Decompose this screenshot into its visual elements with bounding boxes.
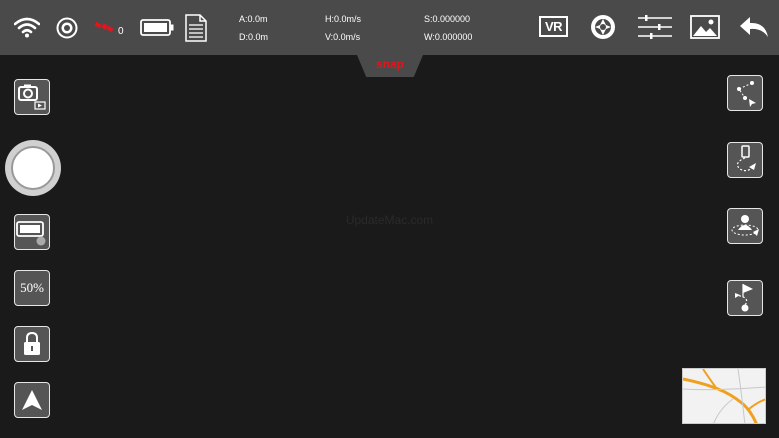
zoom-button[interactable]: 50% [14, 270, 50, 306]
aperture-icon[interactable] [590, 14, 616, 45]
satellite-count: 0 [118, 26, 124, 37]
w-readout: W:0.000000 [424, 32, 473, 42]
point-of-interest-button[interactable] [727, 280, 763, 316]
orbit-icon [731, 215, 759, 236]
lock-icon [24, 332, 40, 355]
watermark: UpdateMac.com [345, 213, 434, 227]
minimap[interactable] [682, 368, 766, 424]
vertical-speed-readout: V:0.0m/s [325, 32, 361, 42]
orbit-button[interactable] [727, 208, 763, 244]
zoom-label: 50% [20, 280, 44, 295]
snap-label: snap [375, 57, 404, 71]
lock-button[interactable] [14, 326, 50, 362]
screen-mode-button[interactable] [14, 214, 50, 250]
camera-video-icon [18, 84, 46, 110]
gallery-icon[interactable] [690, 15, 720, 44]
follow-me-button[interactable] [727, 142, 763, 178]
distance-readout: D:0.0m [239, 32, 269, 42]
navigate-button[interactable] [14, 382, 50, 418]
phone-landscape-icon [16, 221, 46, 246]
settings-sliders-icon[interactable] [638, 14, 672, 45]
satellite-icon [93, 17, 117, 42]
s-readout: S:0.000000 [424, 14, 471, 24]
camera-status-icon [56, 17, 78, 44]
point-of-interest-icon [734, 284, 753, 312]
navigation-arrow-icon [22, 390, 42, 410]
back-arrow-icon[interactable] [738, 15, 770, 44]
shutter-inner [11, 146, 55, 190]
waypoint-route-button[interactable] [727, 75, 763, 111]
altitude-readout: A:0.0m [239, 14, 268, 24]
top-toolbar: 0 A:0.0m D:0.0m H:0.0m/s V:0.0m/s S:0.00… [0, 0, 779, 55]
vr-button[interactable]: VR [539, 16, 568, 37]
horizontal-speed-readout: H:0.0m/s [325, 14, 362, 24]
wifi-icon [13, 16, 41, 43]
document-icon[interactable] [185, 14, 207, 47]
snap-tab[interactable]: snap [357, 55, 423, 77]
map-roads [683, 369, 765, 423]
vr-label: VR [544, 19, 563, 34]
battery-icon [140, 19, 174, 41]
waypoint-route-icon [737, 81, 756, 107]
camera-video-toggle-button[interactable] [14, 79, 50, 115]
follow-me-icon [736, 145, 756, 172]
shutter-button[interactable] [5, 140, 61, 196]
